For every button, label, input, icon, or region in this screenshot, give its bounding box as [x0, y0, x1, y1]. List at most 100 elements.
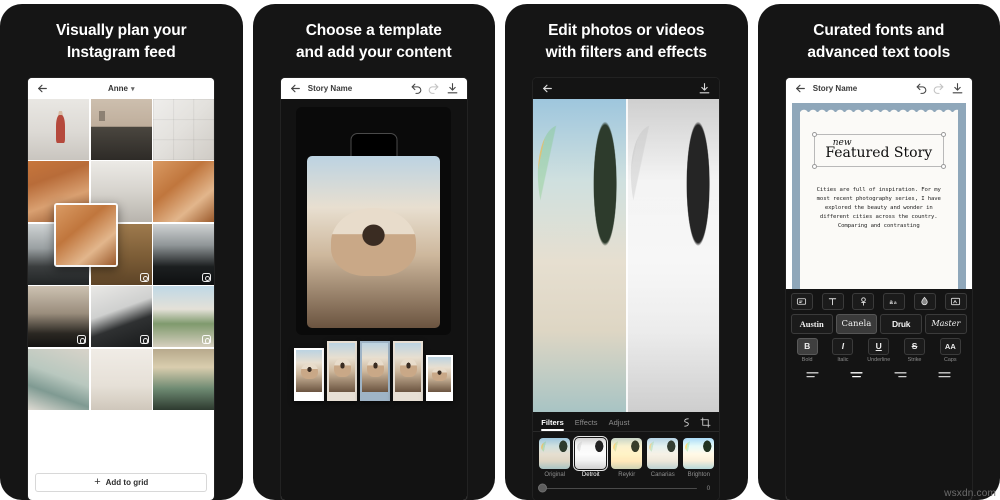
grid-cell[interactable]: [153, 98, 215, 160]
intensity-slider[interactable]: 0: [533, 478, 719, 496]
filter-item-reykir[interactable]: Reykir: [611, 438, 643, 478]
filter-label: Original: [544, 472, 566, 478]
selected-text-box[interactable]: new Featured Story: [811, 131, 946, 169]
align-right-icon[interactable]: [891, 368, 911, 382]
text-type-icon[interactable]: [821, 292, 844, 310]
template-thumb[interactable]: [294, 347, 325, 401]
tab-filters[interactable]: Filters: [541, 418, 564, 431]
panel-edit-photos: Edit photos or videos with filters and ef…: [505, 4, 748, 500]
filter-list[interactable]: Original Detroit Reykir Canarias Brighto…: [533, 432, 719, 478]
template-thumb[interactable]: [360, 340, 391, 401]
style-italic[interactable]: I Italic: [827, 337, 860, 363]
back-arrow-icon[interactable]: [541, 82, 554, 95]
undo-icon[interactable]: [410, 82, 423, 95]
phone-mock-editor: Filters Effects Adjust Original Detroit …: [533, 77, 720, 500]
template-thumb[interactable]: [393, 340, 424, 401]
style-glyph: B: [796, 337, 818, 355]
grid-cell[interactable]: [153, 161, 215, 223]
text-tools-panel: aa Austin Canela Druk Master B Bold I It…: [785, 288, 972, 500]
font-option-canela[interactable]: Canela: [835, 313, 878, 334]
style-underline[interactable]: U Underline: [862, 337, 895, 363]
portrait-photo[interactable]: [307, 155, 441, 328]
style-caps[interactable]: AA Caps: [934, 337, 967, 363]
grid-cell[interactable]: [28, 348, 90, 410]
redo-icon[interactable]: [427, 82, 440, 95]
style-bold[interactable]: B Bold: [791, 337, 824, 363]
text-headline: Featured Story: [825, 144, 933, 161]
panel-title: Visually plan your Instagram feed: [55, 22, 187, 62]
filter-thumb: [683, 438, 715, 469]
grid-cell[interactable]: [28, 286, 90, 348]
editor-preview[interactable]: [533, 98, 720, 412]
text-color-icon[interactable]: [852, 292, 875, 310]
story-paper-sheet: new Featured Story Cities are full of in…: [799, 107, 958, 289]
text-body[interactable]: Cities are full of inspiration. For my m…: [816, 186, 942, 231]
slider-value: 0: [706, 485, 711, 492]
text-background-icon[interactable]: [944, 292, 967, 310]
align-left-icon[interactable]: [803, 368, 823, 382]
instagram-badge-icon: [202, 335, 212, 345]
magic-wand-icon[interactable]: [681, 417, 692, 428]
photo-thumb: [56, 204, 117, 265]
grid-cell[interactable]: [90, 98, 152, 160]
filter-item-original[interactable]: Original: [539, 438, 571, 478]
panel-fonts-text-tools: Curated fonts and advanced text tools Sto…: [757, 4, 1000, 500]
font-option-austin[interactable]: Austin: [790, 313, 833, 334]
photo-thumb: [395, 342, 422, 392]
grid-cell[interactable]: [90, 348, 152, 410]
resize-handle-icon[interactable]: [811, 163, 817, 169]
undo-icon[interactable]: [915, 82, 928, 95]
download-icon[interactable]: [446, 82, 459, 95]
grid-cell[interactable]: [153, 223, 215, 285]
font-option-druk[interactable]: Druk: [880, 313, 922, 334]
template-carousel[interactable]: [280, 334, 467, 410]
text-tool-icon-row: aa: [790, 292, 967, 310]
photo-thumb: [90, 348, 152, 410]
resize-handle-icon[interactable]: [811, 131, 817, 137]
story-name-label: Story Name: [812, 83, 858, 93]
filter-item-canarias[interactable]: Canarias: [647, 438, 679, 478]
grid-cell[interactable]: [153, 348, 215, 410]
tab-effects[interactable]: Effects: [575, 418, 598, 431]
back-arrow-icon[interactable]: [289, 82, 302, 95]
dragging-photo-tile[interactable]: [54, 202, 119, 267]
font-option-master[interactable]: Master: [925, 313, 967, 334]
align-justify-icon[interactable]: [935, 368, 955, 382]
site-watermark: wsxdn.com: [944, 488, 996, 499]
app-bar-feed: Anne ▾: [28, 77, 215, 99]
letter-case-icon[interactable]: aa: [883, 292, 906, 310]
text-box-icon[interactable]: [790, 292, 813, 310]
redo-icon[interactable]: [932, 82, 945, 95]
grid-cell[interactable]: [28, 98, 90, 160]
photo-thumb: [296, 349, 323, 392]
feed-grid-wrapper: [28, 98, 215, 467]
template-thumb[interactable]: [426, 354, 454, 401]
filter-thumb: [573, 435, 609, 472]
compare-divider[interactable]: [626, 98, 628, 412]
align-center-icon[interactable]: [847, 368, 867, 382]
download-icon[interactable]: [698, 82, 711, 95]
back-arrow-icon[interactable]: [794, 82, 807, 95]
slider-handle[interactable]: [538, 483, 548, 493]
tab-adjust[interactable]: Adjust: [609, 418, 630, 431]
profile-name[interactable]: Anne ▾: [28, 84, 214, 93]
add-to-grid-button[interactable]: + Add to grid: [35, 473, 208, 492]
filter-item-detroit[interactable]: Detroit: [573, 435, 609, 478]
download-icon[interactable]: [951, 82, 964, 95]
photo-thumb: [307, 155, 441, 328]
resize-handle-icon[interactable]: [940, 163, 946, 169]
filter-item-brighton[interactable]: Brighton: [683, 438, 715, 478]
feed-grid[interactable]: [28, 98, 215, 467]
story-preview-card[interactable]: [296, 106, 452, 335]
template-thumb[interactable]: [327, 340, 358, 401]
opacity-icon[interactable]: [913, 292, 936, 310]
story-paper-background: new Featured Story Cities are full of in…: [791, 102, 966, 289]
back-arrow-icon[interactable]: [36, 82, 49, 95]
grid-cell[interactable]: [90, 286, 152, 348]
resize-handle-icon[interactable]: [940, 131, 946, 137]
style-strike[interactable]: S Strike: [898, 337, 931, 363]
grid-cell[interactable]: [153, 286, 215, 348]
crop-icon[interactable]: [700, 417, 711, 428]
slider-track[interactable]: [538, 483, 698, 493]
filter-label: Detroit: [581, 472, 600, 478]
